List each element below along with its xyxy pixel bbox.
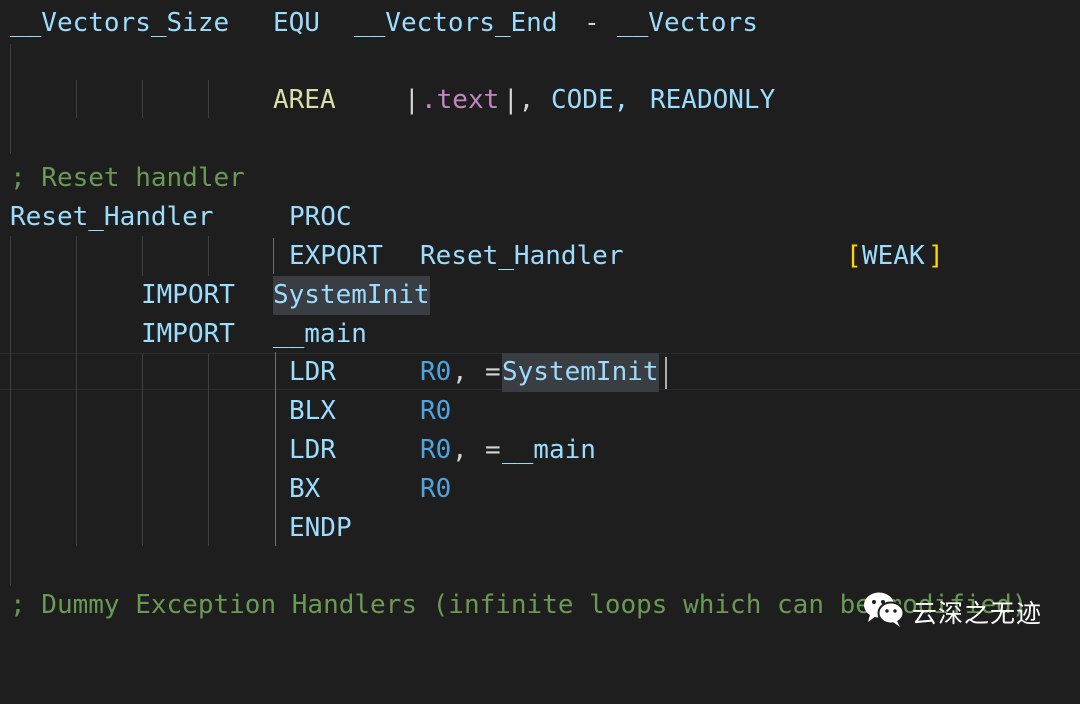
text-cursor bbox=[665, 357, 667, 389]
code-line-1[interactable]: __Vectors_Size EQU __Vectors_End - __Vec… bbox=[0, 4, 1080, 43]
code-token: , bbox=[452, 357, 468, 387]
wechat-icon bbox=[862, 589, 906, 636]
code-token-highlighted: SystemInit bbox=[502, 353, 659, 392]
code-token: .text bbox=[421, 85, 500, 115]
code-token: [ bbox=[846, 241, 862, 271]
code-line-10[interactable]: LDR R0 , = __main bbox=[0, 431, 1080, 470]
code-token: |, bbox=[503, 85, 535, 115]
code-token: Reset_Handler bbox=[420, 241, 624, 271]
code-token: BX bbox=[289, 474, 321, 504]
code-token: - bbox=[584, 8, 600, 38]
watermark: 云深之无迹 bbox=[862, 590, 1042, 634]
code-token: IMPORT bbox=[141, 280, 235, 310]
code-line-8[interactable]: LDR R0 , = SystemInit bbox=[0, 353, 1080, 392]
code-line-11[interactable]: BX R0 bbox=[0, 470, 1080, 509]
code-line-7[interactable]: IMPORT __main bbox=[0, 315, 1080, 354]
code-line-9[interactable]: BLX R0 bbox=[0, 392, 1080, 431]
code-token: EQU bbox=[273, 8, 320, 38]
code-token-highlighted: SystemInit bbox=[273, 276, 430, 315]
code-token: AREA bbox=[273, 85, 336, 115]
code-token: = bbox=[485, 435, 501, 465]
code-token: R0 bbox=[420, 396, 452, 426]
code-token: __main bbox=[502, 435, 596, 465]
code-token: R0 bbox=[420, 357, 452, 387]
code-line-5[interactable]: EXPORT Reset_Handler [ WEAK ] bbox=[0, 237, 1080, 276]
code-line-2[interactable]: AREA | .text |, CODE, READONLY bbox=[0, 81, 1080, 120]
code-token: , bbox=[452, 435, 468, 465]
code-token: | bbox=[404, 85, 420, 115]
code-line-3[interactable]: ; Reset handler bbox=[0, 159, 1080, 198]
code-token: LDR bbox=[289, 357, 336, 387]
code-line-12[interactable]: ENDP bbox=[0, 509, 1080, 548]
code-token: Reset_Handler bbox=[10, 202, 214, 232]
code-token: R0 bbox=[420, 474, 452, 504]
code-token: READONLY bbox=[650, 85, 776, 115]
code-token: EXPORT bbox=[289, 241, 383, 271]
code-token: CODE, bbox=[551, 85, 630, 115]
code-editor[interactable]: __Vectors_Size EQU __Vectors_End - __Vec… bbox=[0, 0, 1080, 663]
code-line-4[interactable]: Reset_Handler PROC bbox=[0, 198, 1080, 237]
code-token: WEAK bbox=[862, 241, 925, 271]
code-token: __Vectors_End bbox=[354, 8, 558, 38]
code-token: PROC bbox=[289, 202, 352, 232]
code-token: ] bbox=[928, 241, 944, 271]
code-token: BLX bbox=[289, 396, 336, 426]
code-token: IMPORT bbox=[141, 319, 235, 349]
code-token: R0 bbox=[420, 435, 452, 465]
code-token: LDR bbox=[289, 435, 336, 465]
code-token: __Vectors bbox=[617, 8, 758, 38]
code-line-6[interactable]: IMPORT SystemInit bbox=[0, 276, 1080, 315]
code-token: ENDP bbox=[289, 513, 352, 543]
code-token: __Vectors_Size bbox=[10, 8, 230, 38]
code-comment: ; Reset handler bbox=[10, 163, 245, 193]
code-token: = bbox=[485, 357, 501, 387]
watermark-text: 云深之无迹 bbox=[912, 599, 1043, 628]
code-token: __main bbox=[273, 319, 367, 349]
